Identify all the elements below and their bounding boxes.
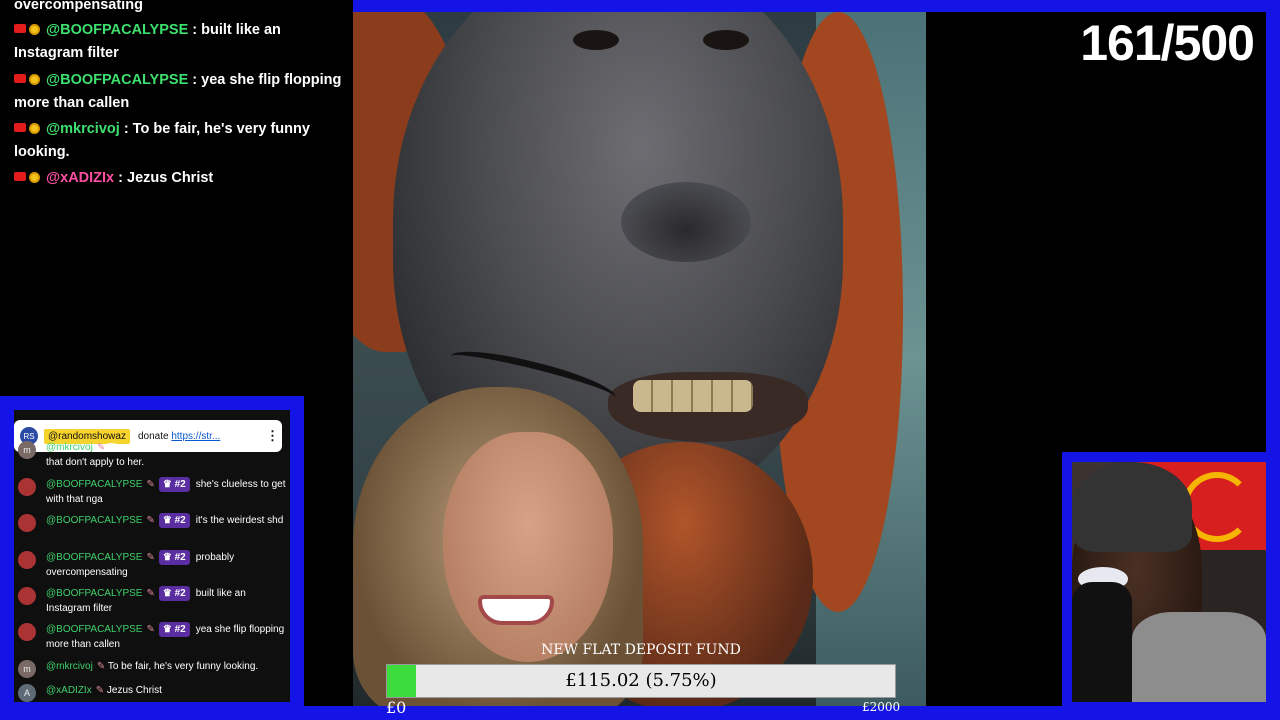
chat-message-body: @BOOFPACALYPSE ✎ ♛ #2 she's clueless to get… (46, 477, 286, 507)
coin-badge-icon (29, 74, 40, 85)
chat-message: @BOOFPACALYPSE ✎ ♛ #2 it's the weirdest shd (18, 513, 286, 532)
chat-author[interactable]: @BOOFPACALYPSE (46, 552, 142, 563)
beanie (1072, 462, 1192, 552)
rank-badge: ♛ #2 (158, 477, 190, 492)
stream-chat-overlay: overcompensating @BOOFPACALYPSE : built … (0, 0, 352, 396)
chat-message-body: @BOOFPACALYPSE ✎ ♛ #2 it's the weirdest shd (46, 513, 286, 532)
lower-black-panel (926, 452, 1062, 706)
youtube-icon (14, 74, 26, 83)
avatar[interactable] (18, 623, 36, 641)
ape-eye (573, 30, 619, 50)
fund-progress-bar: £115.02 (5.75%) (386, 664, 896, 698)
chat-line: @xADIZIx : Jezus Christ (14, 167, 344, 190)
chat-line: @BOOFPACALYPSE : yea she flip flopping m… (14, 69, 344, 115)
avatar[interactable]: m (18, 660, 36, 678)
rank-badge: ♛ #2 (158, 550, 190, 565)
chat-message-text: it's the weirdest shd (195, 515, 284, 526)
ape-teeth (633, 380, 753, 412)
chat-author[interactable]: @BOOFPACALYPSE (46, 515, 142, 526)
ape-eye (703, 30, 749, 50)
chat-message-body: @BOOFPACALYPSE ✎ ♛ #2 built like an Instagr… (46, 586, 286, 616)
crown-icon: ♛ (162, 624, 175, 635)
youtube-icon (14, 172, 26, 181)
pencil-icon: ✎ (96, 661, 106, 672)
chat-username: @xADIZIx (46, 170, 115, 186)
chat-line: overcompensating (14, 0, 344, 17)
pencil-icon: ✎ (146, 588, 155, 599)
chat-text: : Jezus Christ (118, 170, 214, 186)
chat-author[interactable]: @xADIZIx (46, 685, 92, 696)
avatar[interactable] (18, 478, 36, 496)
avatar[interactable]: m (18, 441, 36, 459)
avatar[interactable] (18, 551, 36, 569)
chat-message: m @mkrcivoj ✎ To be fair, he's very funny … (18, 659, 286, 678)
chat-message-text: Jezus Christ (106, 685, 162, 696)
ape-nose (621, 182, 751, 262)
chat-text: overcompensating (14, 0, 143, 13)
rank-text: #2 (174, 479, 186, 490)
chat-message-body: @mkrcivoj ✎ The religious ones aren't sex… (46, 440, 286, 470)
crown-icon: ♛ (162, 552, 175, 563)
crown-icon: ♛ (162, 588, 175, 599)
chat-message-text: To be fair, he's very funny looking. (107, 661, 259, 672)
microphone (1072, 582, 1132, 702)
chat-message: m @mkrcivoj ✎ The religious ones aren't se… (18, 440, 286, 470)
avatar[interactable] (18, 587, 36, 605)
chat-author[interactable]: @mkrcivoj (46, 442, 93, 453)
coin-badge-icon (29, 24, 40, 35)
chat-author[interactable]: @BOOFPACALYPSE (46, 624, 142, 635)
crown-icon: ♛ (162, 479, 175, 490)
avatar[interactable]: A (18, 684, 36, 702)
chat-username: @BOOFPACALYPSE (46, 22, 189, 38)
woman-face (443, 432, 613, 662)
chat-message-body: @BOOFPACALYPSE ✎ ♛ #2 yea she flip flopping… (46, 622, 286, 652)
pencil-icon: ✎ (95, 685, 105, 696)
fund-title: NEW FLAT DEPOSIT FUND (541, 642, 741, 658)
chat-username: @BOOFPACALYPSE (46, 72, 189, 88)
chat-line: @mkrcivoj : To be fair, he's very funny … (14, 118, 344, 164)
rank-text: #2 (174, 552, 186, 563)
youtube-icon (14, 24, 26, 33)
rank-text: #2 (174, 588, 186, 599)
chat-message: @BOOFPACALYPSE ✎ ♛ #2 yea she flip flopping… (18, 622, 286, 652)
counter: 161/500 (1080, 15, 1255, 71)
pencil-icon: ✎ (146, 515, 155, 526)
shirt (1132, 612, 1266, 702)
coin-badge-icon (29, 172, 40, 183)
rank-text: #2 (174, 624, 186, 635)
counter-panel (926, 12, 1266, 452)
chat-author[interactable]: @mkrcivoj (46, 661, 93, 672)
pencil-icon: ✎ (146, 552, 155, 563)
chat-message-body: @mkrcivoj ✎ To be fair, he's very funny l… (46, 659, 286, 678)
chat-message-body: @xADIZIx ✎ Jezus Christ (46, 683, 286, 702)
youtube-icon (14, 123, 26, 132)
fund-max-label: £2000 (862, 700, 901, 714)
smile (478, 595, 554, 625)
chat-author[interactable]: @BOOFPACALYPSE (46, 479, 142, 490)
crown-icon: ♛ (162, 515, 175, 526)
main-video[interactable] (353, 12, 926, 706)
chat-line: @BOOFPACALYPSE : built like an Instagram… (14, 19, 344, 65)
chat-message-body: @BOOFPACALYPSE ✎ ♛ #2 probably overcompensa… (46, 550, 286, 580)
chat-username: @mkrcivoj (46, 121, 120, 137)
pencil-icon: ✎ (146, 479, 155, 490)
coin-badge-icon (29, 123, 40, 134)
webcam-feed (1072, 462, 1266, 702)
avatar[interactable] (18, 514, 36, 532)
pencil-icon: ✎ (96, 442, 106, 453)
pencil-icon: ✎ (146, 624, 155, 635)
fund-min-label: £0 (386, 698, 407, 717)
chat-author[interactable]: @BOOFPACALYPSE (46, 588, 142, 599)
rank-badge: ♛ #2 (158, 513, 190, 528)
rank-badge: ♛ #2 (158, 622, 190, 637)
rank-text: #2 (174, 515, 186, 526)
youtube-chat-panel[interactable]: RS @randomshowaz donate https://str... ⋮… (14, 410, 290, 702)
chat-message: @BOOFPACALYPSE ✎ ♛ #2 built like an Instagr… (18, 586, 286, 616)
chat-message: A @xADIZIx ✎ Jezus Christ (18, 683, 286, 702)
chat-message: @BOOFPACALYPSE ✎ ♛ #2 probably overcompensa… (18, 550, 286, 580)
fund-amount: £115.02 (5.75%) (565, 670, 717, 691)
chat-message: @BOOFPACALYPSE ✎ ♛ #2 she's clueless to get… (18, 477, 286, 507)
rank-badge: ♛ #2 (158, 586, 190, 601)
